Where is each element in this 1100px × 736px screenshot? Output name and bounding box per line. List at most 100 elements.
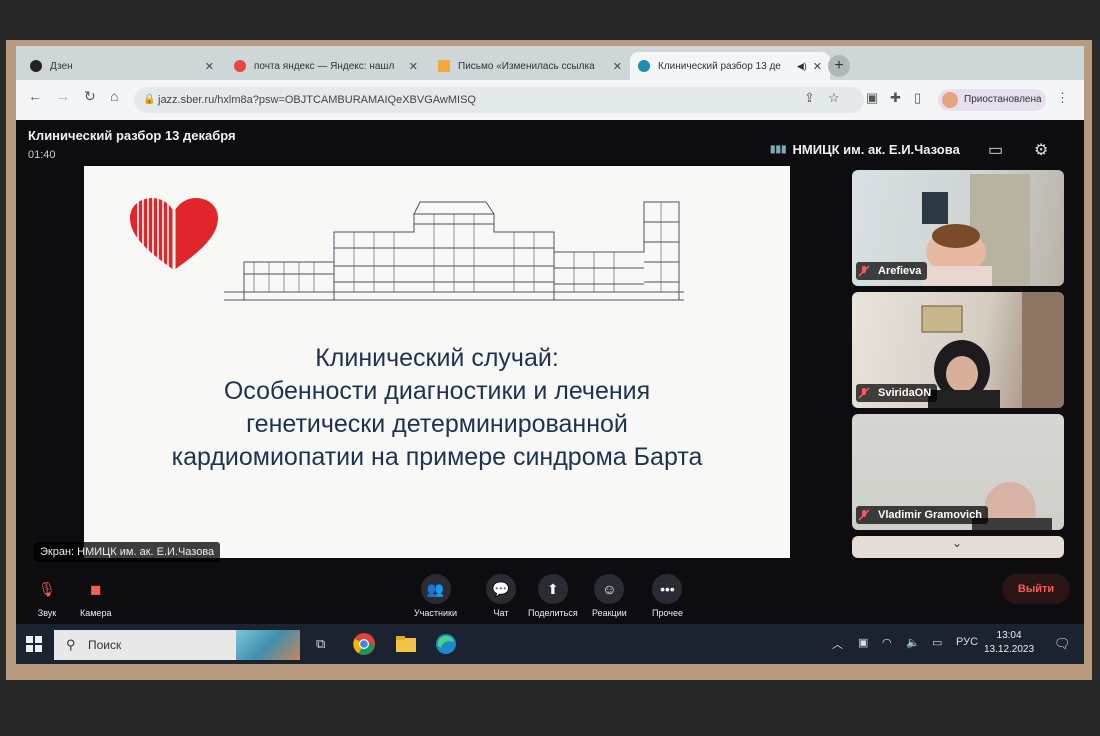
address-bar[interactable]: 🔒 jazz.sber.ru/hxlm8a?psw=OBJTCAMBURAMAI… [134, 87, 864, 113]
layout-icon[interactable]: ▭ [988, 140, 1003, 160]
participant-tile[interactable]: SviridaON [852, 292, 1064, 408]
control-label: Поделиться [528, 608, 578, 618]
puzzle-extensions-icon[interactable]: ✚ [890, 90, 901, 106]
camera-off-icon: ◼ [89, 580, 102, 597]
browser-tab[interactable]: Письмо «Изменилась ссылка ✕ [430, 52, 630, 80]
screen: Дзен ✕ почта яндекс — Яндекс: нашл ✕ Пис… [16, 46, 1084, 664]
slide-line: Особенности диагностики и лечения [223, 377, 651, 405]
search-highlight-image [236, 630, 300, 660]
sound-button[interactable]: 🎙 Звук [32, 574, 62, 619]
control-label: Участники [414, 608, 457, 618]
audio-playing-icon[interactable]: ◀) [797, 61, 807, 72]
smile-icon: ☺ [594, 574, 625, 604]
back-icon[interactable]: ← [28, 88, 42, 104]
browser-menu-icon[interactable]: ⋮ [1056, 90, 1069, 106]
speaker-indicator-icon: ▮▮▮ [770, 144, 787, 155]
jazz-favicon-icon [638, 60, 650, 72]
home-icon[interactable]: ⌂ [110, 88, 118, 104]
leave-button[interactable]: Выйти [1002, 574, 1070, 604]
participant-tile[interactable]: Arefieva [852, 170, 1064, 286]
scroll-down-icon[interactable]: ⌄ [952, 536, 962, 550]
chevron-up-icon[interactable]: ︿ [832, 636, 843, 652]
muted-mic-icon [858, 265, 870, 277]
tab-title: Письмо «Изменилась ссылка [458, 60, 595, 72]
wifi-icon[interactable]: ◠ [882, 636, 892, 649]
taskbar-search[interactable]: ⚲ Поиск [54, 630, 300, 660]
control-label: Камера [80, 608, 112, 618]
monitor-frame: Дзен ✕ почта яндекс — Яндекс: нашл ✕ Пис… [6, 40, 1092, 680]
edge-icon[interactable] [434, 632, 458, 656]
task-view-icon[interactable]: ⧉ [316, 636, 325, 652]
share-screen-button[interactable]: ⬆ Поделиться [528, 574, 578, 618]
tab-close-icon[interactable]: ✕ [613, 60, 622, 73]
yandex-favicon-icon [234, 60, 246, 72]
slide-line: Клинический случай: [315, 344, 559, 372]
tab-title: Дзен [50, 60, 73, 72]
profile-status: Приостановлена [964, 94, 1042, 105]
host-name: НМИЦК им. ак. Е.И.Чазова [792, 142, 960, 157]
muted-mic-icon [858, 387, 870, 399]
avatar [942, 92, 958, 108]
slide-title: Клинический случай: Особенности диагност… [84, 342, 790, 474]
heart-logo-icon [130, 196, 218, 272]
file-explorer-icon[interactable] [394, 632, 418, 656]
people-icon: 👥 [420, 574, 451, 604]
tab-title: Клинический разбор 13 де [658, 60, 781, 72]
bookmark-star-icon[interactable]: ☆ [828, 90, 840, 106]
search-icon: ⚲ [66, 637, 76, 652]
participants-button[interactable]: 👥 Участники [414, 574, 457, 618]
shared-screen-slide: Клинический случай: Особенности диагност… [84, 166, 790, 558]
camera-button[interactable]: ◼ Камера [80, 574, 112, 619]
control-label: Чат [493, 608, 509, 618]
url-text: jazz.sber.ru/hxlm8a?psw=OBJTCAMBURAMAIQe… [158, 94, 476, 106]
browser-tab-strip: Дзен ✕ почта яндекс — Яндекс: нашл ✕ Пис… [16, 46, 1084, 80]
meeting-timer: 01:40 [28, 149, 56, 161]
participant-tile-partial[interactable]: ⌄ [852, 536, 1064, 558]
muted-mic-icon: 🎙 [38, 580, 56, 597]
control-label: Реакции [592, 608, 627, 618]
notifications-icon[interactable]: 🗨 [1054, 636, 1071, 652]
browser-toolbar: ← → ↻ ⌂ 🔒 jazz.sber.ru/hxlm8a?psw=OBJTCA… [16, 80, 1084, 120]
share-page-icon[interactable]: ⇪ [804, 90, 815, 106]
browser-tab-active[interactable]: Клинический разбор 13 де ◀) ✕ [630, 52, 830, 80]
tab-close-icon[interactable]: ✕ [205, 60, 214, 73]
tab-close-icon[interactable]: ✕ [813, 60, 822, 73]
screen-share-label: Экран: НМИЦК им. ак. Е.И.Чазова [34, 542, 221, 562]
profile-button[interactable]: Приостановлена [938, 89, 1046, 111]
muted-mic-icon [858, 509, 870, 521]
control-label: Звук [37, 608, 57, 618]
tab-title: почта яндекс — Яндекс: нашл [254, 60, 395, 72]
windows-start-icon[interactable] [26, 636, 42, 652]
new-tab-button[interactable]: + [828, 55, 850, 77]
clock-date: 13.12.2023 [984, 644, 1035, 655]
reload-icon[interactable]: ↻ [84, 88, 96, 105]
extension-icon[interactable]: ▣ [866, 90, 878, 106]
language-indicator[interactable]: РУС [956, 636, 978, 648]
chat-button[interactable]: 💬 Чат [486, 574, 516, 618]
gear-icon[interactable]: ⚙ [1034, 140, 1048, 160]
chrome-icon[interactable] [352, 632, 376, 656]
photo-dark-border-bottom [0, 680, 1100, 736]
mail-favicon-icon [438, 60, 450, 72]
participant-name: Vladimir Gramovich [856, 506, 988, 524]
device-icon[interactable]: ▣ [858, 636, 868, 649]
active-speaker: ▮▮▮ НМИЦК им. ак. Е.И.Чазова [770, 142, 960, 157]
battery-icon[interactable]: ▭ [932, 636, 942, 649]
forward-icon[interactable]: → [56, 88, 70, 104]
volume-icon[interactable]: 🔈 [906, 636, 920, 649]
clock[interactable]: 13:04 13.12.2023 [984, 629, 1034, 657]
participant-tile[interactable]: Vladimir Gramovich [852, 414, 1064, 530]
browser-tab[interactable]: почта яндекс — Яндекс: нашл ✕ [226, 52, 426, 80]
browser-tab[interactable]: Дзен ✕ [22, 52, 222, 80]
share-screen-icon: ⬆ [537, 574, 568, 604]
more-button[interactable]: ••• Прочее [652, 574, 683, 618]
side-panel-icon[interactable]: ▯ [914, 90, 921, 106]
reactions-button[interactable]: ☺ Реакции [592, 574, 627, 618]
slide-line: кардиомиопатии на примере синдрома Барта [171, 443, 703, 471]
clock-time: 13:04 [996, 630, 1022, 641]
chat-icon: 💬 [486, 574, 516, 604]
zen-favicon-icon [30, 60, 42, 72]
lock-icon: 🔒 [143, 94, 156, 105]
tab-close-icon[interactable]: ✕ [409, 60, 418, 73]
control-label: Прочее [652, 608, 683, 618]
